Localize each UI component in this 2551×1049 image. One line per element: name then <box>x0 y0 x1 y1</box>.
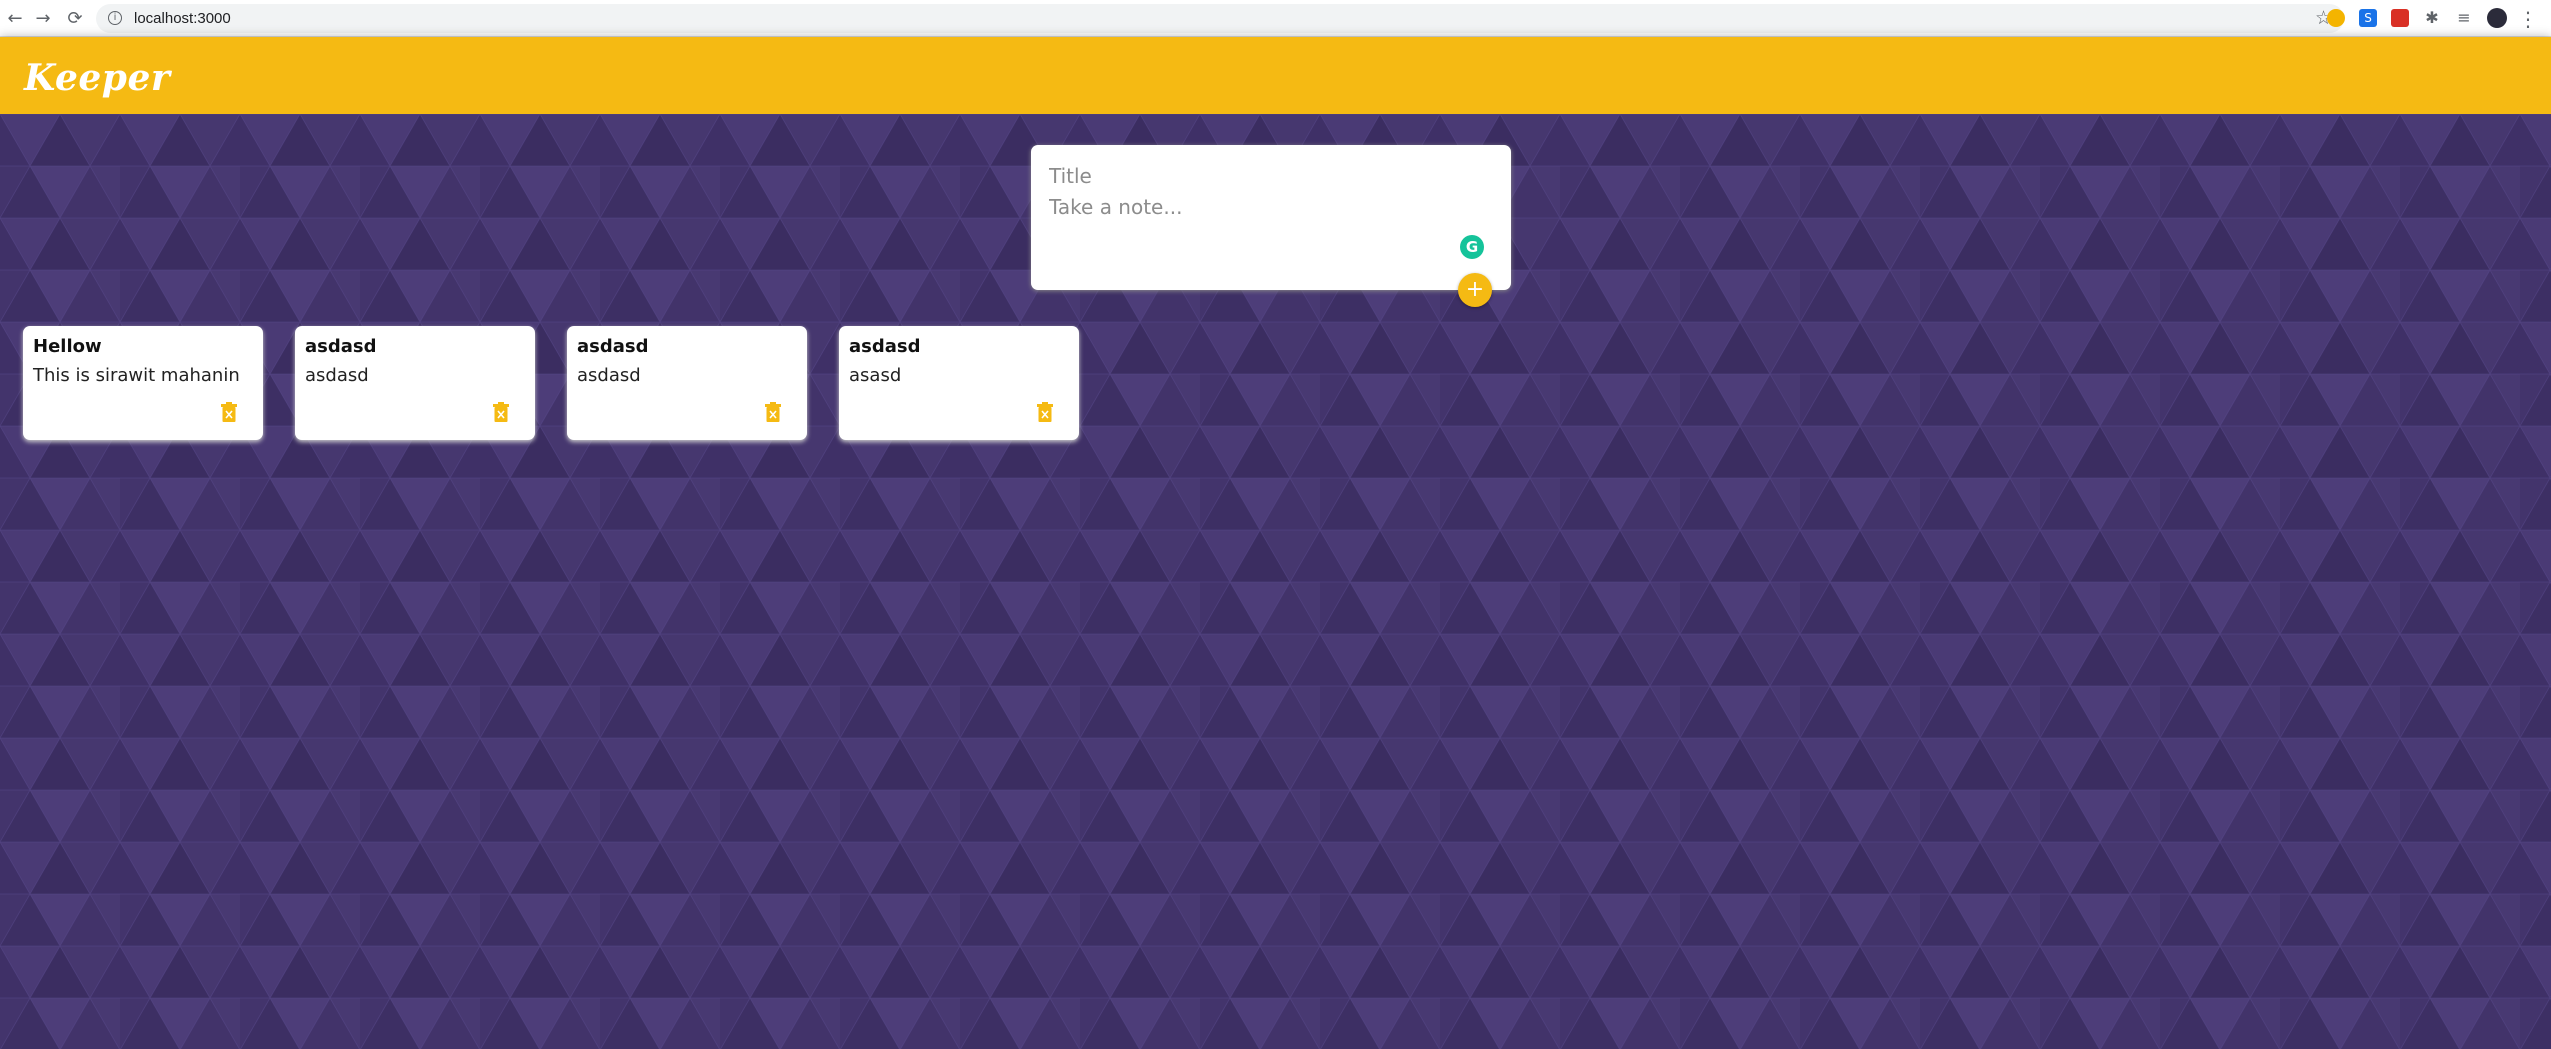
delete-button[interactable] <box>493 402 509 422</box>
extension-icon-1[interactable] <box>2327 9 2345 27</box>
trash-icon <box>1037 402 1053 422</box>
extension-icon-3[interactable] <box>2391 9 2409 27</box>
delete-button[interactable] <box>1037 402 1053 422</box>
note-card: asdasd asdasd <box>295 326 535 440</box>
app-title: Keeper <box>24 57 171 99</box>
extensions-puzzle-icon[interactable]: ✱ <box>2423 9 2441 27</box>
note-content-input[interactable] <box>1049 195 1479 275</box>
profile-avatar[interactable] <box>2487 8 2507 28</box>
delete-button[interactable] <box>765 402 781 422</box>
info-icon[interactable]: i <box>108 11 122 25</box>
delete-button[interactable] <box>221 402 237 422</box>
plus-icon: + <box>1465 277 1485 302</box>
extension-icon-2[interactable]: S <box>2359 9 2377 27</box>
note-card: Hellow This is sirawit mahanin <box>23 326 263 440</box>
note-card: asdasd asasd <box>839 326 1079 440</box>
note-title: asdasd <box>305 336 377 357</box>
note-content: This is sirawit mahanin <box>33 365 240 386</box>
trash-icon <box>221 402 237 422</box>
browser-toolbar: ← → ⟳ i localhost:3000 ☆ S ✱ ≡ ⋮ <box>0 0 2551 37</box>
reload-icon[interactable]: ⟳ <box>64 8 86 30</box>
trash-icon <box>493 402 509 422</box>
trash-icon <box>765 402 781 422</box>
note-title: asdasd <box>849 336 921 357</box>
url-text[interactable]: localhost:3000 <box>134 10 231 27</box>
note-card: asdasd asdasd <box>567 326 807 440</box>
note-content: asdasd <box>577 365 641 386</box>
create-note-form <box>1031 145 1511 290</box>
browser-menu-icon[interactable]: ⋮ <box>2517 8 2539 30</box>
note-title: asdasd <box>577 336 649 357</box>
forward-icon[interactable]: → <box>32 8 54 30</box>
title-input[interactable] <box>1049 163 1489 189</box>
address-bar[interactable]: i localhost:3000 ☆ <box>96 4 2344 33</box>
note-title: Hellow <box>33 336 102 357</box>
note-content: asdasd <box>305 365 369 386</box>
grammarly-icon[interactable]: G <box>1460 235 1484 259</box>
add-note-button[interactable]: + <box>1458 273 1492 307</box>
back-icon[interactable]: ← <box>4 8 26 30</box>
note-content: asasd <box>849 365 902 386</box>
reading-list-icon[interactable]: ≡ <box>2455 9 2473 27</box>
app-header: Keeper <box>0 37 2551 114</box>
